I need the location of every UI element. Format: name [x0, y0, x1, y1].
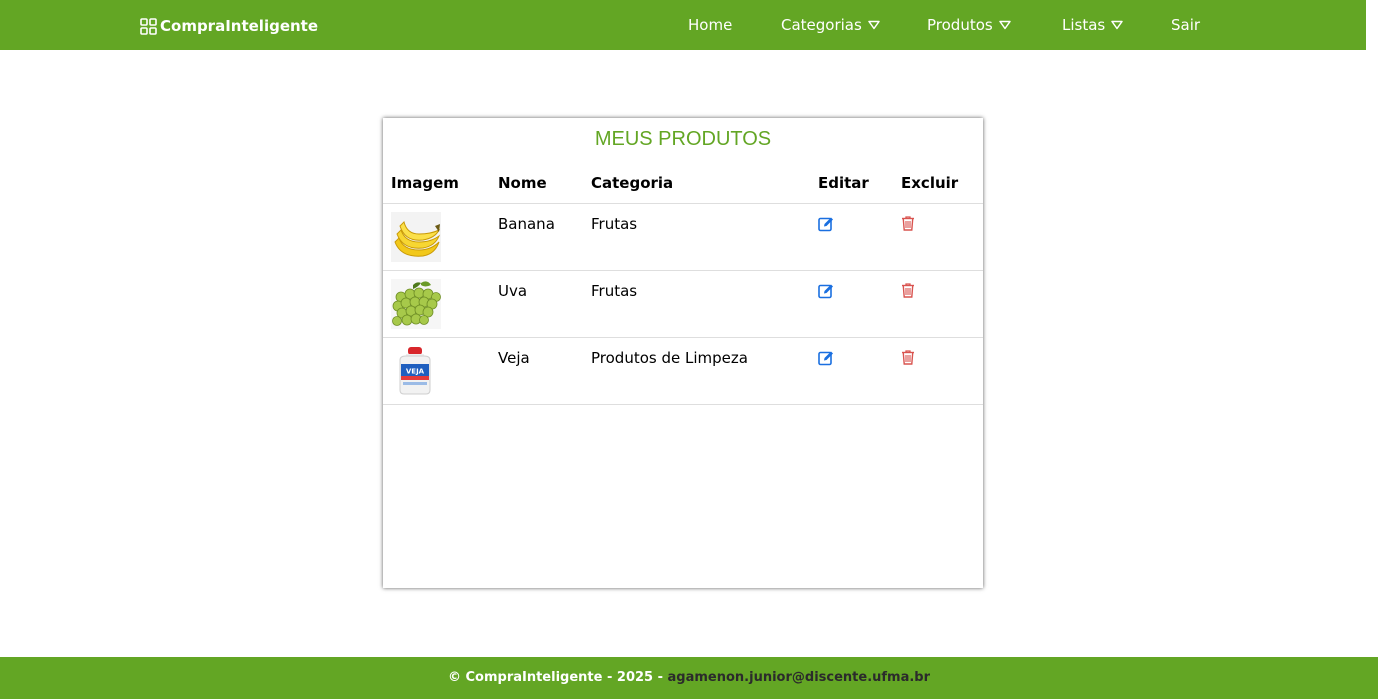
grapes-image [391, 279, 441, 329]
row-divider [383, 404, 983, 405]
top-navbar: CompraInteligente Home Categorias Produt… [0, 0, 1366, 50]
nav-categorias[interactable]: Categorias [781, 16, 880, 34]
cleaning-bottle-image: VEJA [391, 346, 441, 396]
nav-categorias-label: Categorias [781, 16, 862, 34]
svg-text:VEJA: VEJA [406, 368, 425, 376]
col-header-excluir: Excluir [901, 174, 959, 192]
footer-email-link[interactable]: agamenon.junior@discente.ufma.br [668, 670, 931, 685]
nav-listas-label: Listas [1062, 16, 1106, 34]
product-category: Frutas [591, 282, 638, 300]
col-header-categoria: Categoria [591, 174, 674, 192]
col-header-imagem: Imagem [391, 174, 459, 192]
caret-down-icon [1111, 20, 1123, 30]
grid-icon [140, 17, 157, 35]
nav-sair[interactable]: Sair [1171, 16, 1200, 34]
edit-icon[interactable] [818, 283, 834, 299]
col-header-editar: Editar [818, 174, 869, 192]
nav-listas[interactable]: Listas [1062, 16, 1123, 34]
footer-text: © CompraInteligente - 2025 - agamenon.ju… [0, 670, 1378, 685]
footer: © CompraInteligente - 2025 - agamenon.ju… [0, 657, 1378, 699]
page-title: MEUS PRODUTOS [594, 128, 772, 150]
col-header-nome: Nome [498, 174, 547, 192]
nav-sair-label: Sair [1171, 16, 1201, 34]
nav-home-label: Home [688, 16, 733, 34]
product-name: Banana [498, 215, 555, 233]
trash-icon[interactable] [900, 215, 916, 231]
banana-image [391, 212, 441, 262]
row-divider [383, 337, 983, 338]
nav-home[interactable]: Home [688, 16, 732, 34]
trash-icon[interactable] [900, 282, 916, 298]
row-divider [383, 270, 983, 271]
table-divider [383, 203, 983, 204]
trash-icon[interactable] [900, 349, 916, 365]
caret-down-icon [868, 20, 880, 30]
edit-icon[interactable] [818, 216, 834, 232]
caret-down-icon [998, 20, 1011, 30]
product-name: Veja [498, 349, 530, 367]
footer-copyright: © CompraInteligente - 2025 - [447, 670, 668, 685]
brand-link[interactable]: CompraInteligente [140, 17, 318, 35]
product-category: Frutas [591, 215, 638, 233]
nav-produtos[interactable]: Produtos [927, 16, 1011, 34]
brand-name: CompraInteligente [160, 17, 319, 35]
nav-produtos-label: Produtos [927, 16, 993, 34]
edit-icon[interactable] [818, 350, 834, 366]
product-category: Produtos de Limpeza [591, 349, 748, 367]
product-name: Uva [498, 282, 528, 300]
